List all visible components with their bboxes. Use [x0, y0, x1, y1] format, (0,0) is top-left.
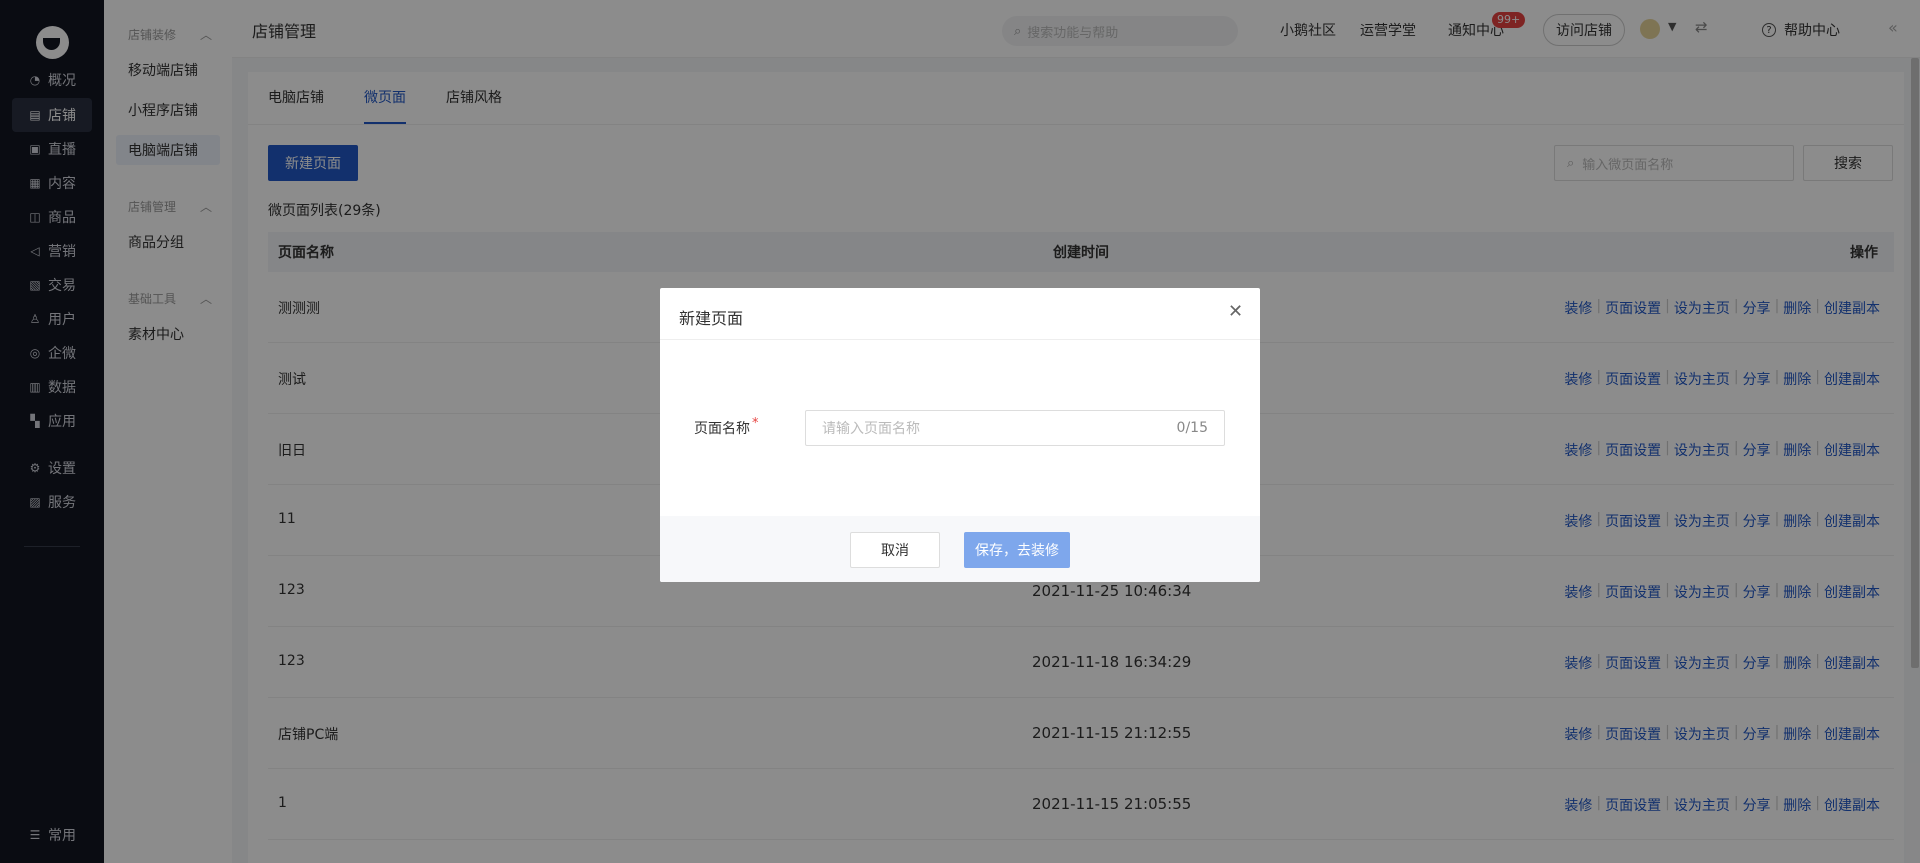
char-counter: 0/15: [1176, 420, 1208, 436]
cancel-button[interactable]: 取消: [850, 532, 940, 568]
new-page-dialog: 新建页面 ✕ 页面名称 * 请输入页面名称 0/15 取消 保存，去装修: [660, 288, 1260, 582]
input-placeholder: 请输入页面名称: [822, 421, 920, 437]
save-and-decorate-button[interactable]: 保存，去装修: [964, 532, 1070, 568]
dialog-header: 新建页面 ✕: [660, 288, 1260, 340]
field-label-text: 页面名称: [694, 421, 750, 437]
required-mark: *: [752, 416, 759, 431]
close-icon[interactable]: ✕: [1228, 303, 1243, 321]
dialog-title: 新建页面: [679, 309, 744, 328]
dialog-footer: 取消 保存，去装修: [660, 516, 1260, 582]
page-name-label: 页面名称 *: [694, 416, 759, 438]
page-name-input[interactable]: 请输入页面名称 0/15: [805, 410, 1225, 446]
